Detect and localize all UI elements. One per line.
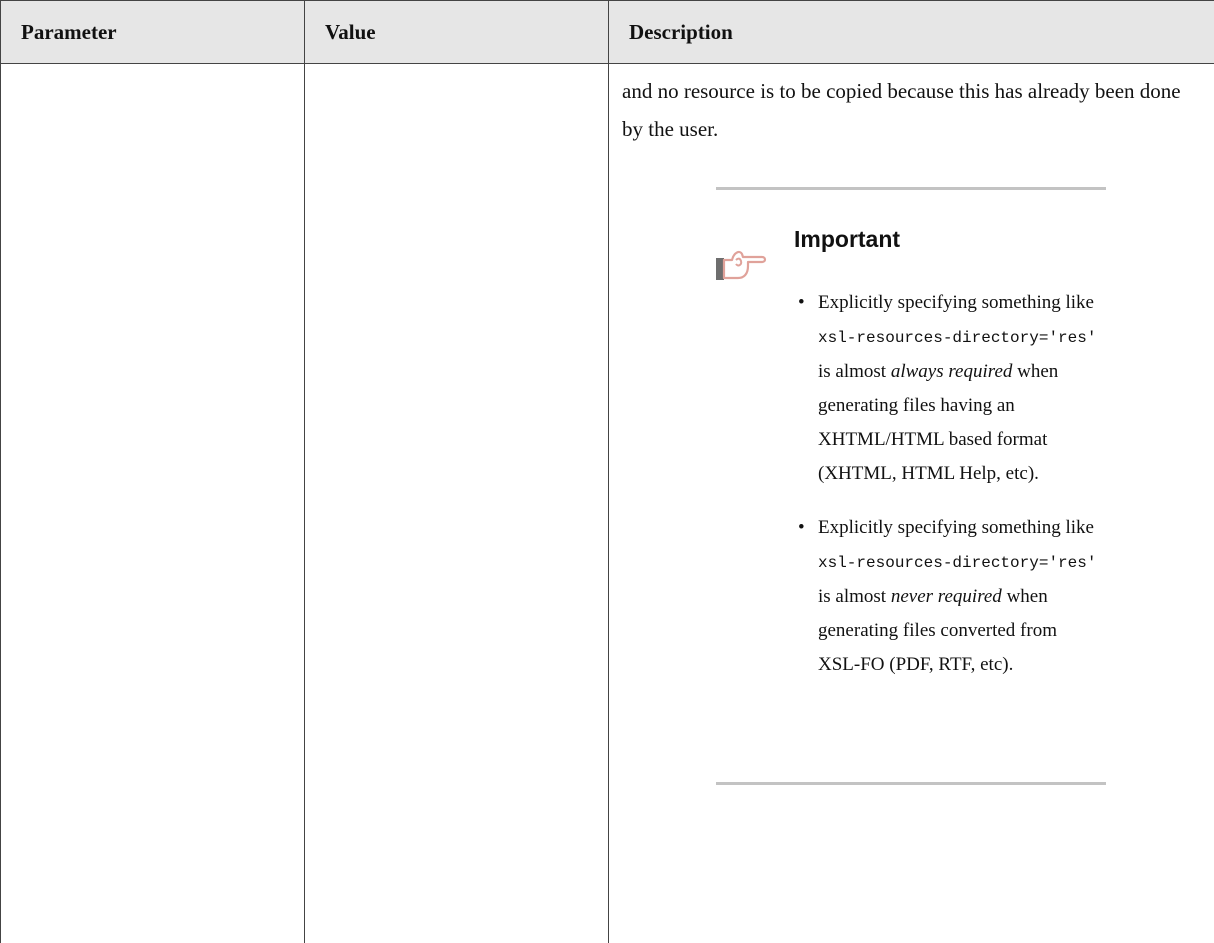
item-emphasis: always required [890,361,1013,382]
header-value: Value [304,0,609,64]
admonition-title: Important [794,226,901,252]
header-parameter: Parameter [0,0,305,64]
item-text-before: Explicitly specifying something like [818,517,1094,538]
parameter-cell [0,63,305,943]
description-lead-text: and no resource is to be copied because … [622,79,1181,141]
table-header-row: Parameter Value Description [0,0,1214,64]
value-cell [304,63,609,943]
item-code: xsl-resources-directory='res' [818,554,1097,572]
bullet: • [798,517,805,538]
important-admonition: Important • Explicitly specifying someth… [716,187,1106,785]
admonition-header: Important [716,224,1106,286]
item-emphasis: never required [890,586,1002,607]
item-code: xsl-resources-directory='res' [818,329,1097,347]
page: Parameter Value Description and no resou… [0,0,1214,943]
table-row: and no resource is to be copied because … [0,63,1214,943]
item-text-before: Explicitly specifying something like [818,292,1094,313]
pointing-hand-icon [716,248,770,282]
admonition-list: • Explicitly specifying something like x… [716,286,1106,682]
list-item: • Explicitly specifying something like x… [798,511,1100,682]
item-text-middle: is almost [818,361,887,382]
item-text-middle: is almost [818,586,887,607]
header-description: Description [608,0,1214,64]
bullet: • [798,292,805,313]
parameter-table: Parameter Value Description and no resou… [0,0,1214,943]
list-item: • Explicitly specifying something like x… [798,286,1100,491]
description-cell: and no resource is to be copied because … [608,63,1214,943]
